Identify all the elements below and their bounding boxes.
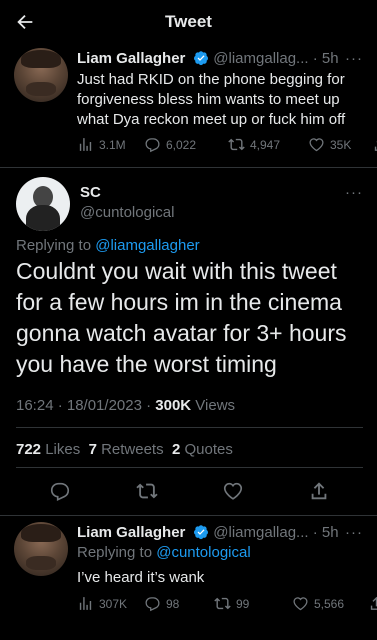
reply-icon [145, 138, 160, 153]
share-icon [370, 596, 377, 610]
share-icon[interactable] [308, 480, 330, 502]
retweets-label: Retweets [96, 441, 164, 458]
author-handle[interactable]: @cuntological [80, 204, 174, 221]
tweet1-header: Liam Gallagher @liamgallag... · 5h [77, 50, 339, 68]
like-count: 35K [330, 137, 352, 152]
views-count: 300K [155, 397, 192, 414]
retweet-icon [214, 597, 231, 610]
replying-to-link[interactable]: @liamgallagher [95, 237, 199, 254]
divider [0, 167, 377, 168]
engagement-stats: 722 Likes 7 Retweets 2 Quotes [16, 441, 233, 458]
tweet2-actions [0, 480, 377, 502]
heart-icon[interactable] [222, 480, 244, 502]
retweet-button[interactable]: 4,947 [228, 136, 308, 153]
views-chart-icon [79, 138, 92, 151]
share-button[interactable] [368, 595, 377, 612]
likes-label: Likes [41, 441, 81, 458]
more-options-icon[interactable]: ··· [345, 184, 363, 201]
heart-icon [293, 597, 308, 611]
views-button[interactable]: 3.1M [77, 136, 144, 153]
views-label: Views [191, 397, 236, 414]
divider [16, 427, 363, 428]
replying-to: Replying to @cuntological [77, 544, 251, 561]
replying-to-prefix: Replying to [77, 544, 157, 561]
timestamp[interactable]: 16:24 · 18/01/2023 · [16, 397, 155, 414]
avatar-liam-gallagher[interactable] [14, 48, 68, 102]
like-button[interactable]: 5,566 [292, 595, 368, 612]
retweet-count: 4,947 [250, 137, 281, 152]
views-button[interactable]: 307K [77, 595, 144, 612]
replying-to-prefix: Replying to [16, 237, 96, 254]
more-options-icon[interactable]: ··· [345, 524, 363, 541]
reply-button[interactable]: 6,022 [144, 136, 228, 153]
retweets-stat[interactable]: 7 Retweets [89, 441, 164, 458]
retweets-count: 7 [88, 441, 97, 458]
tweet-text: I’ve heard it’s wank [77, 569, 205, 586]
reply-icon [145, 597, 160, 612]
page-title: Tweet [165, 12, 212, 31]
author-handle-time: @liamgallag... · 5h [213, 50, 339, 67]
like-button[interactable]: 35K [308, 136, 372, 153]
retweet-icon [228, 138, 245, 151]
avatar-liam-gallagher[interactable] [14, 522, 68, 576]
tweet-meta: 16:24 · 18/01/2023 · 300K Views [16, 397, 235, 414]
views-count: 3.1M [99, 137, 126, 152]
author-handle-time: @liamgallag... · 5h [213, 524, 339, 541]
reply-count: 6,022 [166, 137, 197, 152]
retweet-count: 99 [236, 596, 250, 611]
replying-to-link[interactable]: @cuntological [156, 544, 250, 561]
likes-count: 722 [16, 441, 42, 458]
author-name[interactable]: Liam Gallagher [77, 524, 185, 541]
quotes-label: Quotes [180, 441, 233, 458]
replying-to: Replying to @liamgallagher [16, 237, 200, 254]
divider [16, 467, 363, 468]
tweet-text: Just had RKID on the phone begging for f… [77, 71, 346, 128]
reply-button[interactable]: 98 [144, 595, 214, 612]
avatar-sc[interactable] [16, 177, 70, 231]
verified-badge-icon [193, 51, 208, 66]
views-chart-icon [79, 597, 92, 610]
reply-count: 98 [166, 596, 180, 611]
tweet1-actions: 3.1M 6,022 4,947 35K [77, 136, 377, 153]
top-bar: Tweet [0, 0, 377, 44]
tweet3-actions: 307K 98 99 5,566 [77, 595, 377, 612]
tweet-text: Couldnt you wait with this tweet for a f… [16, 258, 347, 377]
like-count: 5,566 [314, 596, 345, 611]
retweet-icon[interactable] [136, 480, 158, 502]
quotes-stat[interactable]: 2 Quotes [172, 441, 233, 458]
heart-icon [309, 138, 324, 152]
share-icon [374, 141, 377, 151]
retweet-button[interactable]: 99 [214, 595, 292, 612]
likes-stat[interactable]: 722 Likes [16, 441, 80, 458]
verified-badge-icon [193, 525, 208, 540]
divider [0, 515, 377, 516]
more-options-icon[interactable]: ··· [345, 50, 363, 67]
views-count: 307K [99, 596, 128, 611]
reply-icon[interactable] [49, 480, 71, 502]
author-name[interactable]: SC [80, 184, 101, 201]
share-button[interactable] [372, 136, 377, 153]
author-name[interactable]: Liam Gallagher [77, 50, 185, 67]
tweet3-header: Liam Gallagher @liamgallag... · 5h [77, 524, 339, 542]
